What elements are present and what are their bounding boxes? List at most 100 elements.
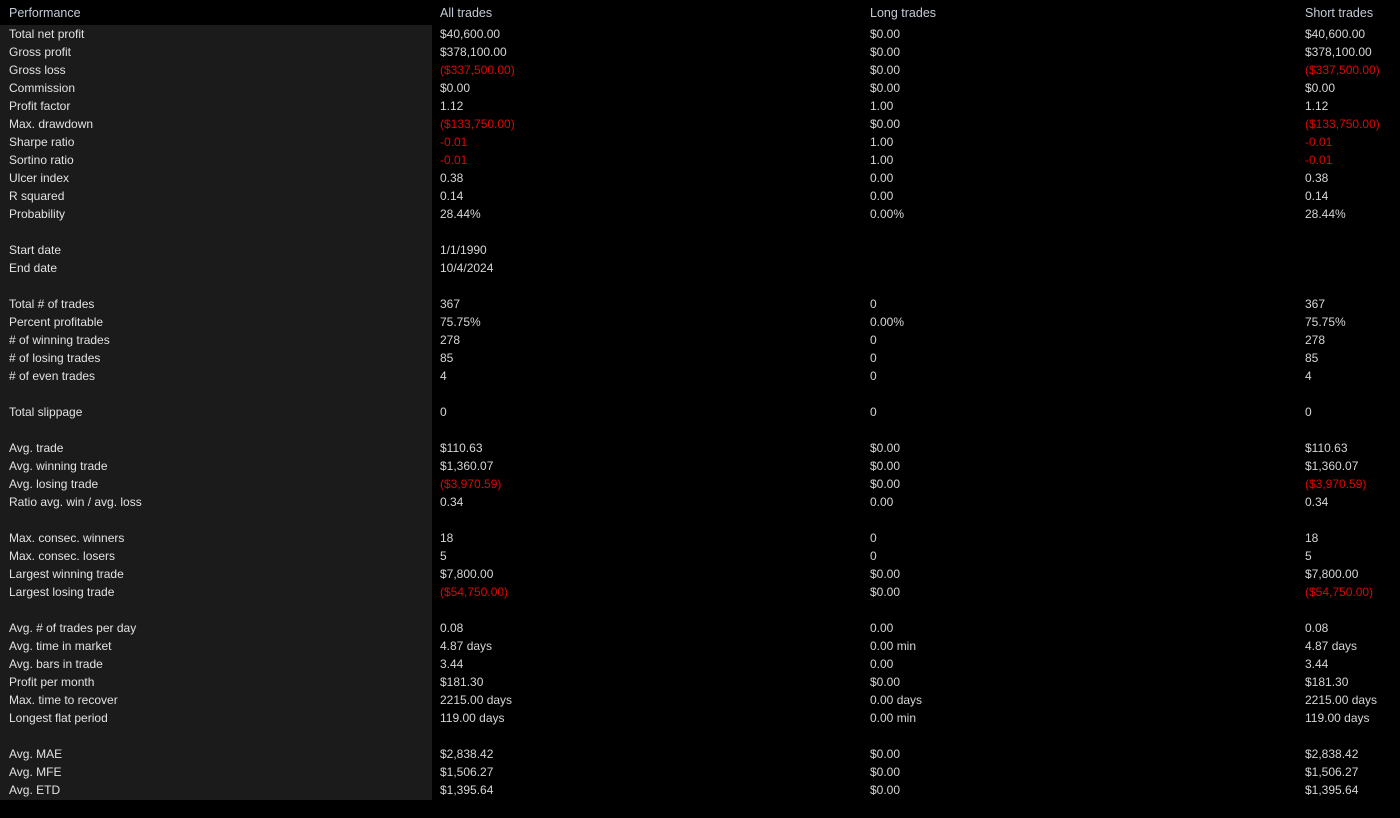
- metric-value-long-trades: 0.00 min: [870, 639, 917, 653]
- table-row[interactable]: Start date 1/1/1990: [0, 241, 1400, 259]
- metric-value-short-trades: 85: [1305, 351, 1319, 365]
- metric-value-long-trades: $0.00: [870, 567, 901, 581]
- table-row[interactable]: Probability 28.44% 0.00% 28.44%: [0, 205, 1400, 223]
- table-row[interactable]: Commission $0.00 $0.00 $0.00: [0, 79, 1400, 97]
- metric-label: # of winning trades: [9, 333, 110, 347]
- metric-value-all-trades: -0.01: [440, 135, 468, 149]
- metric-label: Profit per month: [9, 675, 95, 689]
- metric-value-long-trades: $0.00: [870, 765, 901, 779]
- table-row[interactable]: # of winning trades 278 0 278: [0, 331, 1400, 349]
- metric-label: Total net profit: [9, 27, 85, 41]
- table-row[interactable]: Largest winning trade $7,800.00 $0.00 $7,80…: [0, 565, 1400, 583]
- table-row[interactable]: R squared 0.14 0.00 0.14: [0, 187, 1400, 205]
- metric-value-all-trades: $40,600.00: [440, 27, 501, 41]
- table-row[interactable]: Avg. losing trade ($3,970.59) $0.00 ($3,970…: [0, 475, 1400, 493]
- metric-value-long-trades: 0.00: [870, 657, 894, 671]
- metric-value-short-trades: 1.12: [1305, 99, 1329, 113]
- metric-value-short-trades: 0.14: [1305, 189, 1329, 203]
- table-row[interactable]: Max. consec. winners 18 0 18: [0, 529, 1400, 547]
- table-row[interactable]: Avg. MFE $1,506.27 $0.00 $1,506.27: [0, 763, 1400, 781]
- table-row[interactable]: Avg. trade $110.63 $0.00 $110.63: [0, 439, 1400, 457]
- table-row[interactable]: Total net profit $40,600.00 $0.00 $40,600.0…: [0, 25, 1400, 43]
- metric-value-long-trades: 0.00%: [870, 315, 905, 329]
- table-row[interactable]: Profit per month $181.30 $0.00 $181.30: [0, 673, 1400, 691]
- metric-value-short-trades: 0.34: [1305, 495, 1329, 509]
- metric-label: Ratio avg. win / avg. loss: [9, 495, 142, 509]
- metric-value-short-trades: $1,360.07: [1305, 459, 1359, 473]
- table-row[interactable]: Max. time to recover 2215.00 days 0.00 day…: [0, 691, 1400, 709]
- metric-value-long-trades: 0: [870, 405, 877, 419]
- metric-value-all-trades: 3.44: [440, 657, 464, 671]
- table-row[interactable]: Total slippage 0 0 0: [0, 403, 1400, 421]
- table-row[interactable]: Profit factor 1.12 1.00 1.12: [0, 97, 1400, 115]
- metric-value-long-trades: 1.00: [870, 135, 894, 149]
- table-row[interactable]: Sortino ratio -0.01 1.00 -0.01: [0, 151, 1400, 169]
- metric-label: Profit factor: [9, 99, 71, 113]
- metric-value-all-trades: $1,360.07: [440, 459, 494, 473]
- performance-report: Performance All trades Long trades Short…: [0, 0, 1400, 818]
- metric-label: # of even trades: [9, 369, 96, 383]
- table-row[interactable]: Gross loss ($337,500.00) $0.00 ($337,500.00…: [0, 61, 1400, 79]
- metric-label: Avg. ETD: [9, 783, 61, 797]
- metric-value-all-trades: 4: [440, 369, 447, 383]
- metric-label: Max. consec. winners: [9, 531, 125, 545]
- table-row[interactable]: Percent profitable 75.75% 0.00% 75.75%: [0, 313, 1400, 331]
- table-row[interactable]: Largest losing trade ($54,750.00) $0.00 ($5…: [0, 583, 1400, 601]
- table-row[interactable]: Ratio avg. win / avg. loss 0.34 0.00 0.34: [0, 493, 1400, 511]
- table-row[interactable]: Avg. ETD $1,395.64 $0.00 $1,395.64: [0, 781, 1400, 799]
- metric-label: # of losing trades: [9, 351, 101, 365]
- column-header-all-trades[interactable]: All trades: [440, 4, 492, 22]
- metric-label: Longest flat period: [9, 711, 108, 725]
- table-row[interactable]: Ulcer index 0.38 0.00 0.38: [0, 169, 1400, 187]
- metric-value-long-trades: $0.00: [870, 675, 901, 689]
- table-row[interactable]: Max. drawdown ($133,750.00) $0.00 ($133,750…: [0, 115, 1400, 133]
- column-header-short-trades[interactable]: Short trades: [1305, 4, 1373, 22]
- metric-value-short-trades: 4.87 days: [1305, 639, 1358, 653]
- metric-value-long-trades: 0: [870, 549, 877, 563]
- metric-value-all-trades: 0.14: [440, 189, 464, 203]
- table-row[interactable]: # of even trades 4 0 4: [0, 367, 1400, 385]
- metric-value-long-trades: $0.00: [870, 459, 901, 473]
- table-row[interactable]: Avg. # of trades per day 0.08 0.00 0.08: [0, 619, 1400, 637]
- metric-label: Total slippage: [9, 405, 83, 419]
- metric-value-long-trades: $0.00: [870, 747, 901, 761]
- metric-value-all-trades: 75.75%: [440, 315, 481, 329]
- table-row[interactable]: Avg. MAE $2,838.42 $0.00 $2,838.42: [0, 745, 1400, 763]
- metric-value-long-trades: 0.00 days: [870, 693, 923, 707]
- metric-label: Gross loss: [9, 63, 66, 77]
- metric-value-all-trades: 0.38: [440, 171, 464, 185]
- row-spacer: [0, 511, 1400, 529]
- column-header-long-trades[interactable]: Long trades: [870, 4, 936, 22]
- table-row[interactable]: Max. consec. losers 5 0 5: [0, 547, 1400, 565]
- metric-value-short-trades: ($3,970.59): [1305, 477, 1367, 491]
- metric-value-all-trades: 367: [440, 297, 461, 311]
- metric-label: Ulcer index: [9, 171, 70, 185]
- column-header-performance[interactable]: Performance: [9, 4, 81, 22]
- table-row[interactable]: Avg. winning trade $1,360.07 $0.00 $1,360.0…: [0, 457, 1400, 475]
- metric-value-short-trades: -0.01: [1305, 153, 1333, 167]
- table-row[interactable]: Total # of trades 367 0 367: [0, 295, 1400, 313]
- metric-value-long-trades: 0.00: [870, 189, 894, 203]
- metric-label: Avg. # of trades per day: [9, 621, 137, 635]
- table-row[interactable]: Sharpe ratio -0.01 1.00 -0.01: [0, 133, 1400, 151]
- row-spacer: [0, 223, 1400, 241]
- table-row[interactable]: Longest flat period 119.00 days 0.00 min 11…: [0, 709, 1400, 727]
- table-row[interactable]: Avg. time in market 4.87 days 0.00 min 4.87…: [0, 637, 1400, 655]
- table-row[interactable]: End date 10/4/2024: [0, 259, 1400, 277]
- table-row[interactable]: Gross profit $378,100.00 $0.00 $378,100.00: [0, 43, 1400, 61]
- metric-label: Total # of trades: [9, 297, 95, 311]
- metric-value-long-trades: $0.00: [870, 81, 901, 95]
- metric-value-all-trades: $0.00: [440, 81, 471, 95]
- metric-label: Probability: [9, 207, 66, 221]
- metric-label: Largest losing trade: [9, 585, 115, 599]
- table-row[interactable]: # of losing trades 85 0 85: [0, 349, 1400, 367]
- metric-value-short-trades: $1,395.64: [1305, 783, 1359, 797]
- metric-value-short-trades: $1,506.27: [1305, 765, 1359, 779]
- table-row[interactable]: Avg. bars in trade 3.44 0.00 3.44: [0, 655, 1400, 673]
- metric-label: End date: [9, 261, 58, 275]
- metric-value-long-trades: 0: [870, 531, 877, 545]
- metric-value-short-trades: 119.00 days: [1305, 711, 1370, 725]
- metric-value-all-trades: 85: [440, 351, 454, 365]
- row-spacer: [0, 601, 1400, 619]
- metric-label: Max. time to recover: [9, 693, 118, 707]
